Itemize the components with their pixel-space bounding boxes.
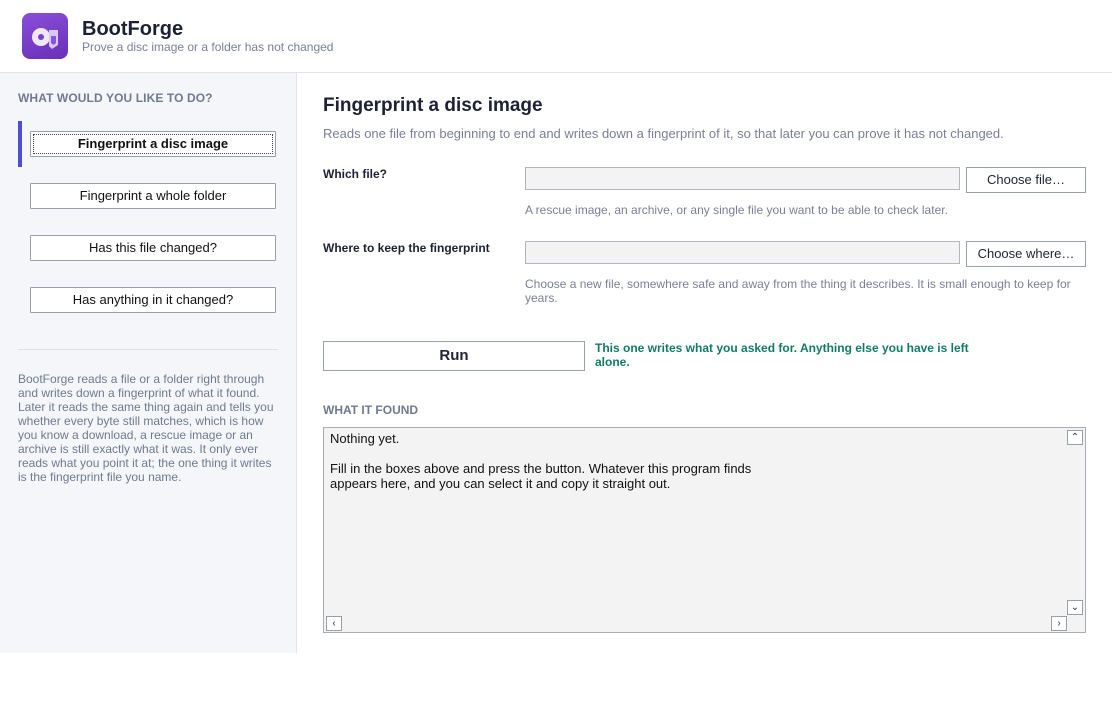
fingerprint-location-hint: Choose a new file, somewhere safe and aw… bbox=[525, 277, 1071, 305]
scroll-up-icon[interactable]: ⌃ bbox=[1067, 430, 1083, 445]
focus-ring bbox=[33, 134, 273, 154]
page-title: Fingerprint a disc image bbox=[323, 95, 543, 116]
task-sidebar: WHAT WOULD YOU LIKE TO DO? Fingerprint a… bbox=[0, 73, 297, 653]
choose-where-button[interactable]: Choose where… bbox=[966, 241, 1086, 267]
task-label: Has this file changed? bbox=[89, 240, 217, 255]
choose-file-button[interactable]: Choose file… bbox=[966, 167, 1086, 193]
output-area[interactable]: Nothing yet. Fill in the boxes above and… bbox=[323, 427, 1086, 633]
run-button[interactable]: Run bbox=[323, 341, 585, 371]
task-check-folder-button[interactable]: Has anything in it changed? bbox=[30, 287, 276, 313]
run-note: This one writes what you asked for. Anyt… bbox=[595, 341, 969, 369]
fingerprint-location-label: Where to keep the fingerprint bbox=[323, 241, 490, 255]
sidebar-heading: WHAT WOULD YOU LIKE TO DO? bbox=[18, 91, 213, 105]
app-header: BootForge Prove a disc image or a folder… bbox=[0, 0, 1112, 73]
task-fingerprint-disc-image-button[interactable]: Fingerprint a disc image bbox=[30, 131, 276, 157]
page-description: Reads one file from beginning to end and… bbox=[323, 126, 1004, 141]
task-check-file-button[interactable]: Has this file changed? bbox=[30, 235, 276, 261]
app-subtitle: Prove a disc image or a folder has not c… bbox=[82, 40, 334, 54]
fingerprint-location-input[interactable] bbox=[525, 241, 960, 264]
about-text: BootForge reads a file or a folder right… bbox=[18, 372, 274, 484]
app-title: BootForge bbox=[82, 18, 184, 40]
scroll-right-icon[interactable]: › bbox=[1051, 616, 1067, 631]
output-heading: WHAT IT FOUND bbox=[323, 403, 419, 417]
scroll-down-icon[interactable]: ⌄ bbox=[1067, 600, 1083, 615]
source-file-hint: A rescue image, an archive, or any singl… bbox=[525, 203, 948, 217]
sidebar-divider bbox=[18, 349, 278, 350]
task-label: Fingerprint a whole folder bbox=[79, 188, 227, 203]
task-label: Has anything in it changed? bbox=[72, 292, 234, 307]
scroll-left-icon[interactable]: ‹ bbox=[326, 616, 342, 631]
source-file-input[interactable] bbox=[525, 167, 960, 190]
active-task-indicator bbox=[18, 121, 22, 167]
output-text[interactable]: Nothing yet. Fill in the boxes above and… bbox=[330, 431, 1050, 491]
disc-shield-icon bbox=[22, 13, 68, 59]
task-fingerprint-folder-button[interactable]: Fingerprint a whole folder bbox=[30, 183, 276, 209]
source-file-label: Which file? bbox=[323, 167, 387, 181]
